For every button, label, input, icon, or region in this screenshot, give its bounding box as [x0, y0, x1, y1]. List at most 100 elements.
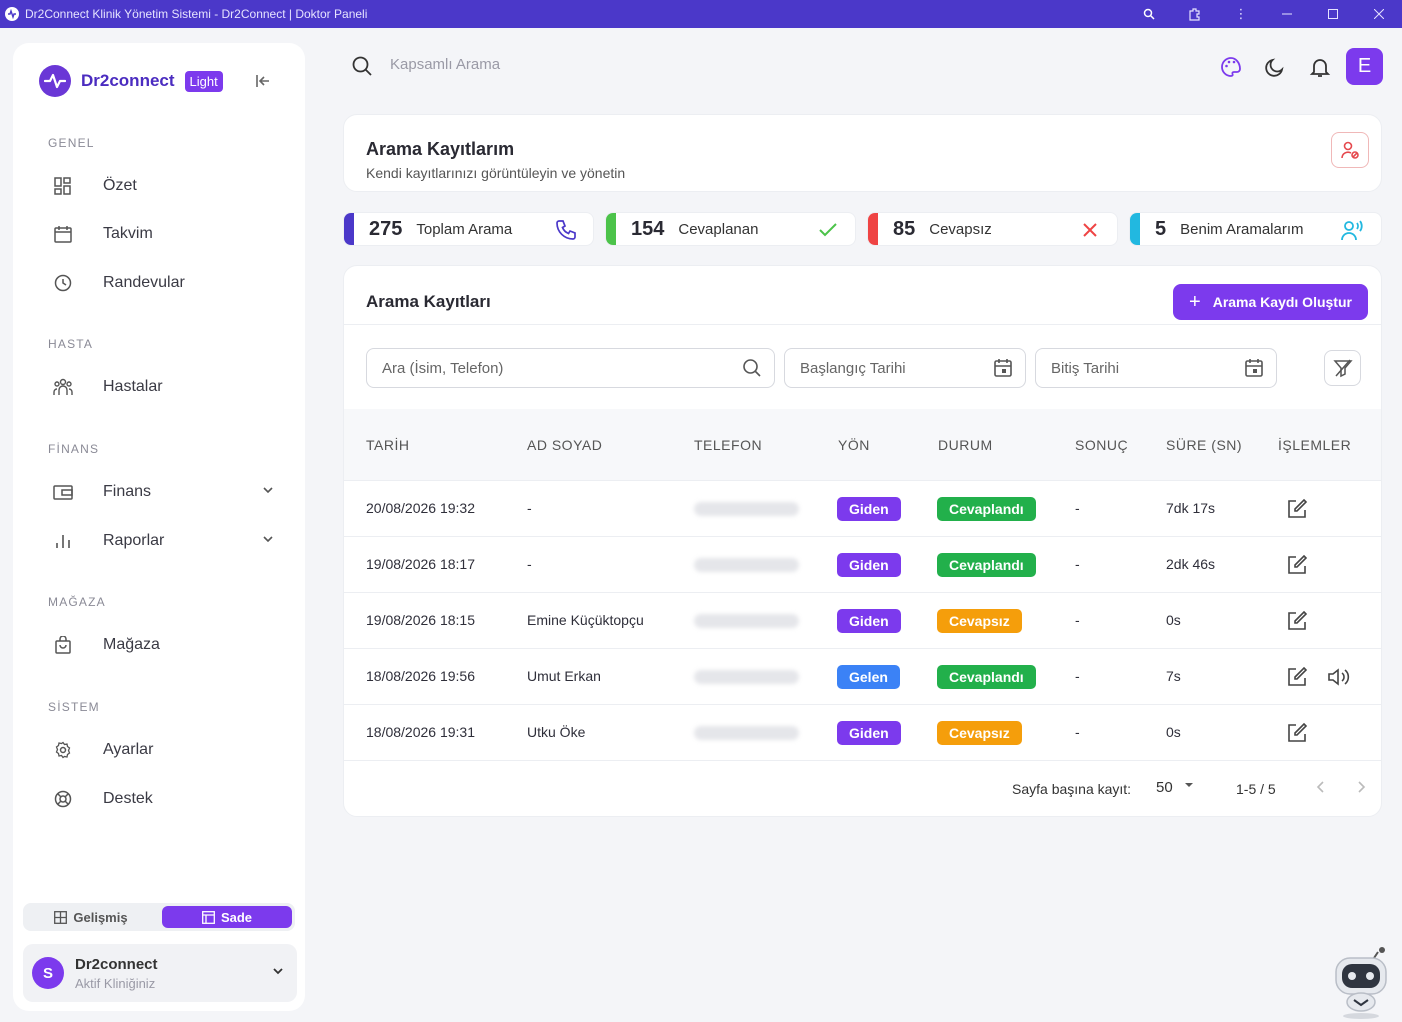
edit-icon[interactable] — [1286, 722, 1308, 749]
moon-icon[interactable] — [1263, 55, 1287, 79]
table-search-placeholder: Ara (İsim, Telefon) — [382, 359, 504, 377]
clinic-switcher[interactable]: S Dr2connect Aktif Kliniğiniz — [23, 944, 297, 1002]
next-page-icon[interactable] — [1354, 780, 1368, 797]
lifebuoy-icon — [51, 787, 75, 811]
row-duration: 7s — [1166, 668, 1181, 684]
pagination-range: 1-5 / 5 — [1236, 781, 1276, 797]
column-header-result[interactable]: SONUÇ — [1075, 437, 1128, 453]
row-phone-redacted — [694, 726, 799, 740]
clinic-subtitle: Aktif Kliniğiniz — [75, 975, 156, 991]
pulse-logo-icon — [39, 65, 71, 97]
more-vertical-icon[interactable]: ⋮ — [1218, 0, 1264, 28]
user-call-settings-button[interactable] — [1331, 132, 1369, 168]
column-header-duration[interactable]: SÜRE (SN) — [1166, 437, 1242, 453]
sidebar-item-summary[interactable]: Özet — [51, 171, 283, 201]
chevron-down-icon[interactable] — [261, 532, 275, 551]
search-icon[interactable] — [351, 55, 373, 82]
brand-logo[interactable]: Dr2connect Light — [39, 65, 223, 97]
global-search-input[interactable] — [390, 56, 690, 73]
mode-advanced-label: Gelişmiş — [73, 909, 128, 925]
user-avatar[interactable]: E — [1346, 48, 1383, 85]
calendar-icon — [993, 358, 1013, 383]
filter-off-icon — [1332, 359, 1353, 378]
call-records-card: Arama Kayıtları + Arama Kaydı Oluştur Ar… — [343, 265, 1382, 817]
sidebar-item-settings[interactable]: Ayarlar — [51, 735, 283, 765]
column-header-status[interactable]: DURUM — [938, 437, 993, 453]
edit-icon[interactable] — [1286, 554, 1308, 581]
row-duration: 7dk 17s — [1166, 500, 1216, 516]
calendar-icon — [51, 222, 75, 246]
assistant-robot-icon[interactable] — [1330, 946, 1390, 1020]
stat-value: 5 — [1155, 217, 1167, 240]
chevron-down-icon[interactable] — [261, 483, 275, 502]
stat-accent-bar — [868, 213, 878, 245]
divider — [344, 324, 1381, 325]
direction-badge: Giden — [837, 497, 901, 521]
row-name: Emine Küçüktopçu — [527, 612, 644, 628]
status-badge: Cevaplandı — [937, 665, 1036, 689]
sidebar: Dr2connect Light GENEL Özet Takvim Rande… — [13, 43, 305, 1011]
per-page-select[interactable]: 50 — [1156, 779, 1173, 796]
edit-icon[interactable] — [1286, 498, 1308, 525]
per-page-label: Sayfa başına kayıt: — [1012, 781, 1132, 797]
row-duration: 2dk 46s — [1166, 556, 1216, 572]
stat-missed: 85 Cevapsız — [867, 212, 1118, 246]
mode-advanced-button[interactable]: Gelişmiş — [26, 906, 156, 928]
page-subtitle: Kendi kayıtlarınızı görüntüleyin ve yöne… — [366, 165, 626, 181]
speaker-icon[interactable] — [1327, 666, 1351, 693]
sidebar-item-store[interactable]: Mağaza — [51, 630, 283, 660]
sidebar-item-label: Ayarlar — [103, 741, 154, 758]
edit-icon[interactable] — [1286, 666, 1308, 693]
column-header-name[interactable]: AD SOYAD — [527, 437, 602, 453]
row-name: - — [527, 556, 532, 572]
column-header-direction[interactable]: YÖN — [838, 437, 870, 453]
collapse-sidebar-icon[interactable] — [253, 71, 273, 91]
extensions-icon[interactable] — [1172, 0, 1218, 28]
mode-simple-button[interactable]: Sade — [162, 906, 292, 928]
calendar-icon — [1244, 358, 1264, 383]
sidebar-item-label: Takvim — [103, 225, 153, 242]
gear-icon — [51, 738, 75, 762]
user-settings-icon — [1341, 141, 1359, 159]
table-row: 18/08/2026 19:56 Umut Erkan Gelen Cevapl… — [344, 649, 1381, 705]
row-date: 18/08/2026 19:31 — [366, 724, 475, 740]
sidebar-item-calendar[interactable]: Takvim — [51, 219, 283, 249]
row-phone-redacted — [694, 502, 799, 516]
column-header-date[interactable]: TARİH — [366, 437, 409, 453]
sidebar-item-appointments[interactable]: Randevular — [51, 268, 283, 298]
table-search-input[interactable]: Ara (İsim, Telefon) — [366, 348, 775, 388]
stat-label: Cevaplanan — [678, 220, 759, 238]
start-date-input[interactable]: Başlangıç Tarihi — [784, 348, 1026, 388]
create-call-record-button[interactable]: + Arama Kaydı Oluştur — [1173, 284, 1368, 320]
end-date-placeholder: Bitiş Tarihi — [1051, 359, 1120, 377]
minimize-button[interactable] — [1264, 0, 1310, 28]
sidebar-item-patients[interactable]: Hastalar — [51, 372, 283, 402]
prev-page-icon[interactable] — [1314, 780, 1328, 797]
column-header-phone[interactable]: TELEFON — [694, 437, 762, 453]
row-name: - — [527, 500, 532, 516]
section-store: MAĞAZA — [48, 595, 106, 609]
table-row: 19/08/2026 18:15 Emine Küçüktopçu Giden … — [344, 593, 1381, 649]
search-icon — [742, 358, 762, 383]
bell-icon[interactable] — [1308, 55, 1332, 79]
chevron-down-icon[interactable] — [1182, 778, 1196, 795]
theme-badge: Light — [184, 70, 223, 92]
sidebar-item-reports[interactable]: Raporlar — [51, 526, 283, 556]
mode-toggle: Gelişmiş Sade — [23, 903, 295, 931]
stat-value: 85 — [893, 217, 916, 240]
stat-accent-bar — [606, 213, 616, 245]
maximize-button[interactable] — [1310, 0, 1356, 28]
edit-icon[interactable] — [1286, 610, 1308, 637]
sidebar-item-finance[interactable]: Finans — [51, 477, 283, 507]
status-badge: Cevaplandı — [937, 497, 1036, 521]
table-row: 19/08/2026 18:17 - Giden Cevaplandı - 2d… — [344, 537, 1381, 593]
zoom-icon[interactable] — [1126, 0, 1172, 28]
end-date-input[interactable]: Bitiş Tarihi — [1035, 348, 1277, 388]
clear-filters-button[interactable] — [1324, 350, 1361, 386]
close-window-button[interactable] — [1356, 0, 1402, 28]
palette-icon[interactable] — [1219, 55, 1243, 79]
sidebar-item-support[interactable]: Destek — [51, 784, 283, 814]
page-header-card: Arama Kayıtlarım Kendi kayıtlarınızı gör… — [343, 114, 1382, 192]
window-title: Dr2Connect Klinik Yönetim Sistemi - Dr2C… — [25, 7, 368, 21]
sidebar-item-label: Randevular — [103, 274, 185, 291]
